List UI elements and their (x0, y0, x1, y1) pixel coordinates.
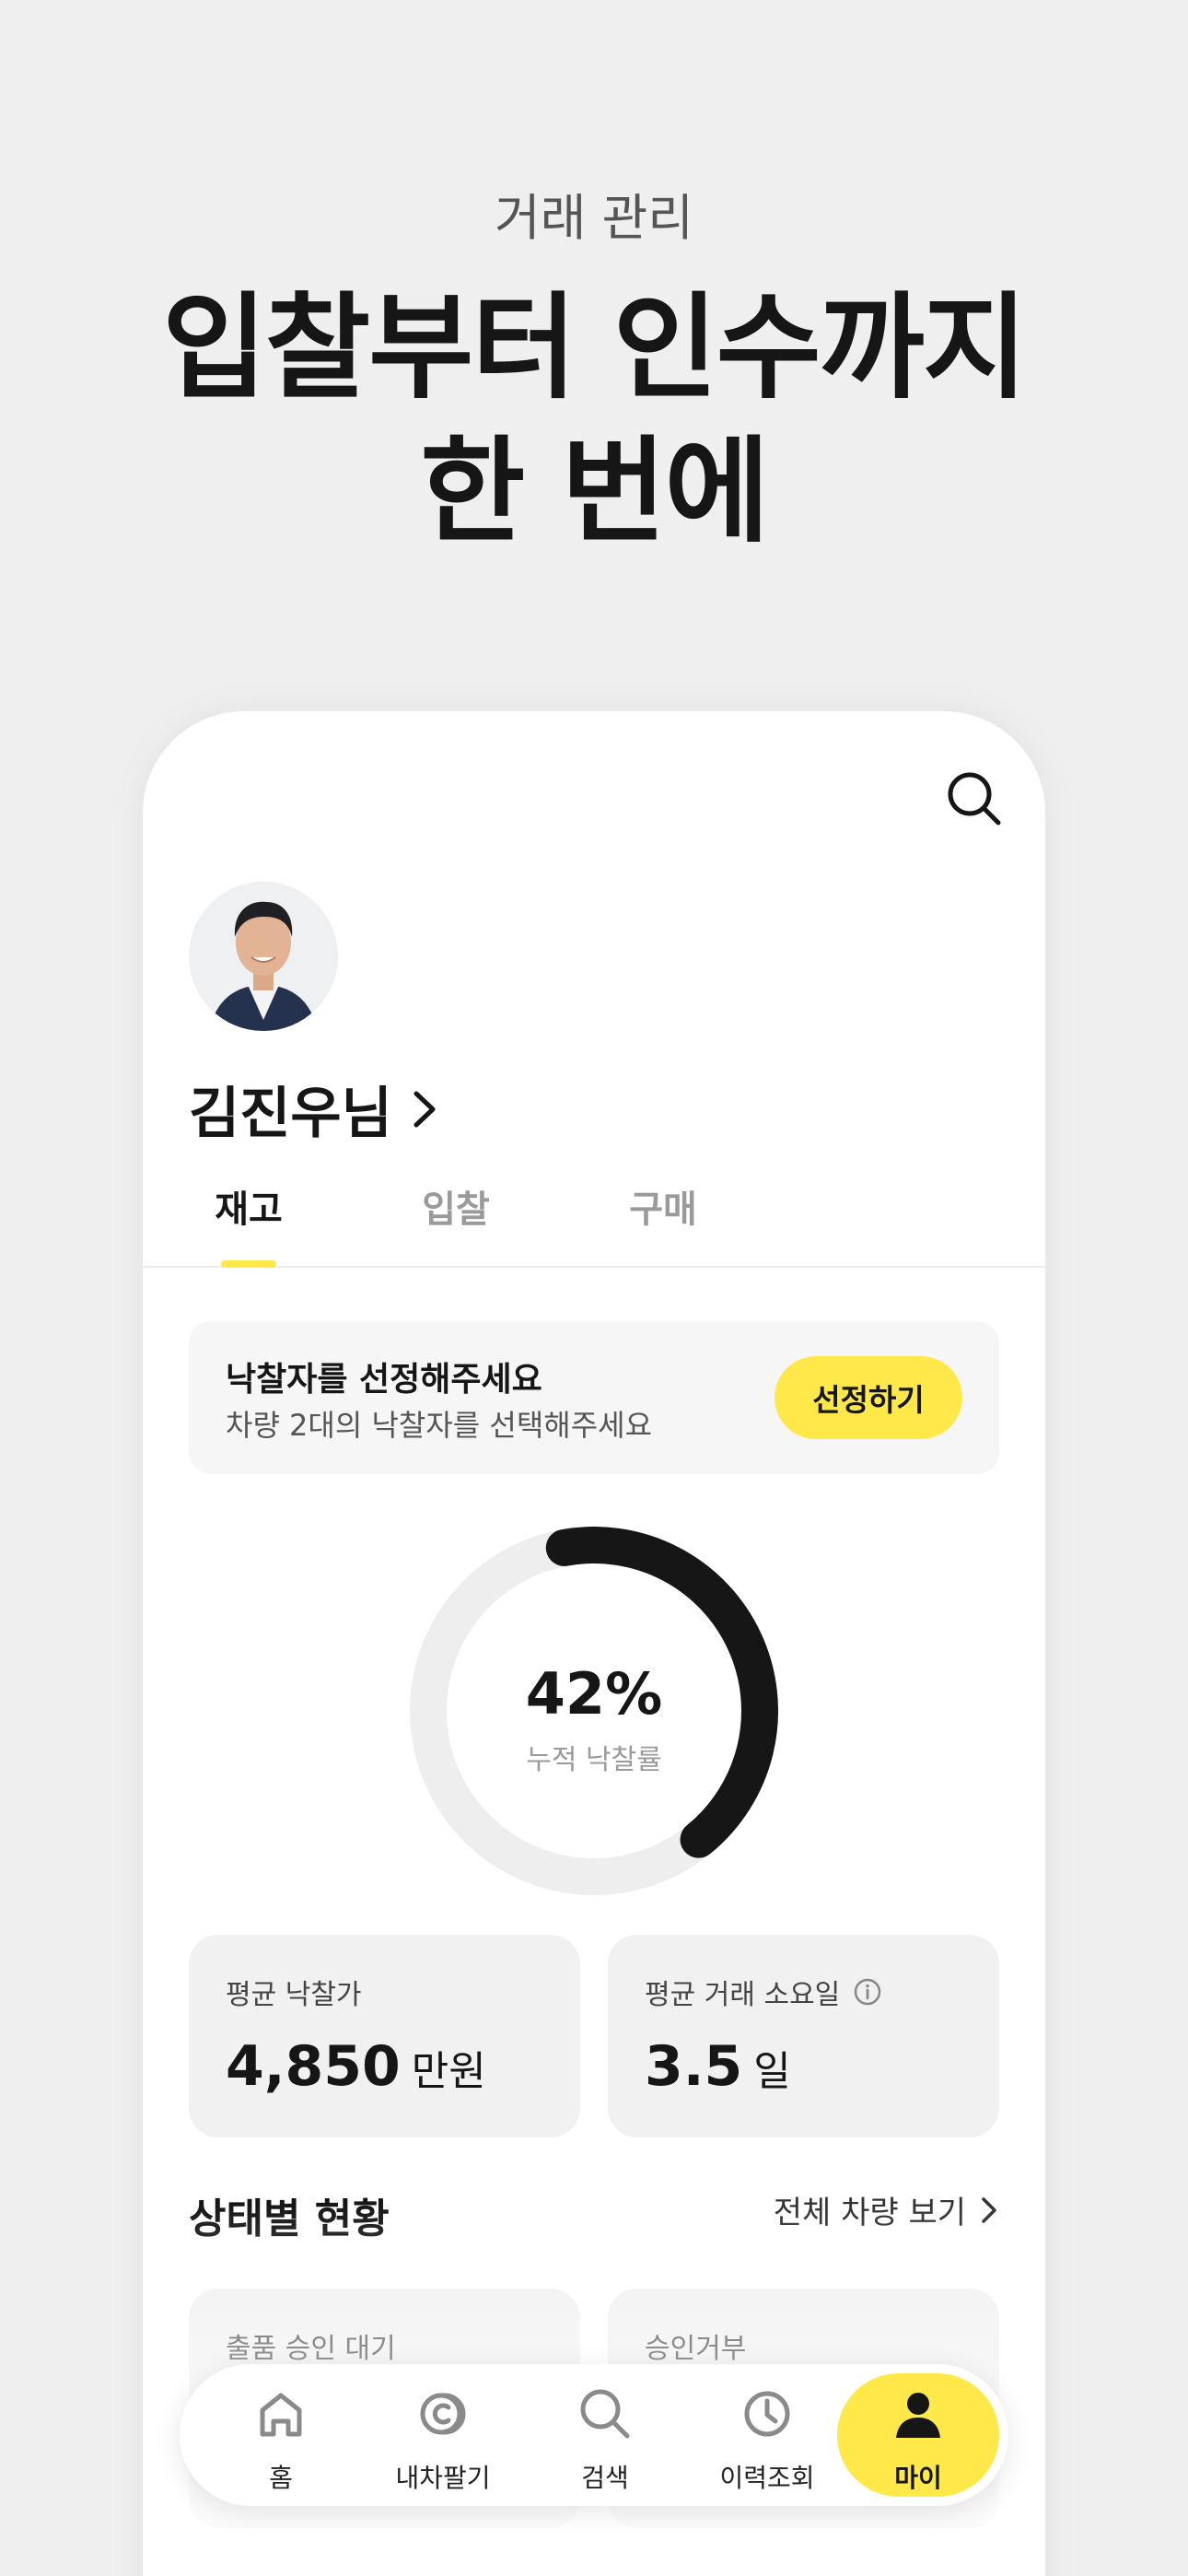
stat-value: 3.5 일 (645, 2034, 791, 2099)
sell-car-icon (420, 2393, 466, 2435)
stat-label: 평균 거래 소요일 (645, 1972, 882, 2012)
winning-rate-percent: 42% (525, 1660, 663, 1727)
tabbar-item-my[interactable]: 마이 (837, 2364, 999, 2506)
view-all-label: 전체 차량 보기 (773, 2195, 966, 2231)
tab-active-indicator (221, 1260, 276, 1268)
tab-purchase[interactable]: 구매 (603, 1172, 723, 1268)
winner-selection-notice: 낙찰자를 선정해주세요 차량 2대의 낙찰자를 선택해주세요 선정하기 (189, 1321, 999, 1474)
hero-title-line-2: 한 번에 (420, 426, 769, 558)
chevron-right-icon (413, 1091, 436, 1127)
avg-deal-days-card: 평균 거래 소요일 3.5 일 (608, 1935, 999, 2137)
status-section-title: 상태별 현황 (189, 2195, 390, 2242)
stat-unit: 만원 (411, 2048, 486, 2095)
tabbar-label: 검색 (581, 2463, 629, 2493)
hero-title-line-1: 입찰부터 인수까지 (162, 282, 1028, 415)
notice-title: 낙찰자를 선정해주세요 (226, 1361, 542, 1399)
search-button[interactable] (942, 767, 1007, 831)
tab-label: 구매 (629, 1188, 697, 1231)
tabbar-label: 내차팔기 (395, 2463, 491, 2493)
avatar[interactable] (189, 882, 338, 1031)
tabbar-label: 홈 (269, 2463, 293, 2493)
view-all-vehicles-link[interactable]: 전체 차량 보기 (774, 2187, 999, 2232)
chevron-right-icon (982, 2196, 996, 2223)
tab-label: 재고 (215, 1188, 283, 1231)
user-name-link[interactable]: 김진우님 (189, 1069, 440, 1149)
tabbar-item-history[interactable]: 이력조회 (686, 2364, 848, 2506)
status-card-label: 승인거부 (645, 2333, 747, 2365)
status-card-label: 출품 승인 대기 (226, 2333, 396, 2365)
stat-number: 3.5 (645, 2034, 743, 2099)
tabbar-item-search[interactable]: 검색 (524, 2364, 686, 2506)
tab-inventory[interactable]: 재고 (189, 1172, 309, 1268)
hero-title: 입찰부터 인수까지 한 번에 (0, 276, 1188, 564)
stat-label-text: 평균 거래 소요일 (645, 1979, 841, 2011)
hero-subtitle: 거래 관리 (495, 189, 693, 247)
tabbar-item-home[interactable]: 홈 (200, 2364, 362, 2506)
avatar-image (189, 882, 338, 1031)
avg-winning-price-card: 평균 낙찰가 4,850 만원 (189, 1935, 580, 2137)
notice-description: 차량 2대의 낙찰자를 선택해주세요 (226, 1408, 653, 1443)
tab-label: 입찰 (422, 1188, 490, 1231)
user-name: 김진우님 (189, 1082, 392, 1146)
tabbar-label: 이력조회 (719, 2463, 815, 2493)
inventory-tabs: 재고 입찰 구매 (143, 1172, 1045, 1268)
person-icon (896, 2393, 940, 2438)
clock-icon (744, 2391, 790, 2437)
winning-rate-label: 누적 낙찰률 (526, 1744, 662, 1776)
tabbar-label: 마이 (894, 2463, 942, 2493)
stat-label-text: 평균 낙찰가 (226, 1979, 362, 2011)
home-icon (260, 2393, 302, 2437)
stat-number: 4,850 (226, 2034, 401, 2099)
bottom-tab-bar: 홈 내차팔기 검색 이력조회 마이 (180, 2364, 1008, 2506)
search-icon (580, 2389, 630, 2439)
select-winner-button[interactable]: 선정하기 (775, 1356, 962, 1439)
stat-value: 4,850 만원 (226, 2034, 486, 2099)
tabbar-item-sell-car[interactable]: 내차팔기 (362, 2364, 524, 2506)
stat-label: 평균 낙찰가 (226, 1972, 362, 2012)
info-icon[interactable] (853, 1977, 882, 2007)
stat-unit: 일 (753, 2048, 791, 2095)
tab-bid[interactable]: 입찰 (396, 1172, 516, 1268)
phone-screen: 김진우님 재고 입찰 구매 낙찰자를 선정해주세요 차량 2대의 낙찰자를 선택… (143, 711, 1045, 2576)
search-icon (948, 772, 1001, 825)
